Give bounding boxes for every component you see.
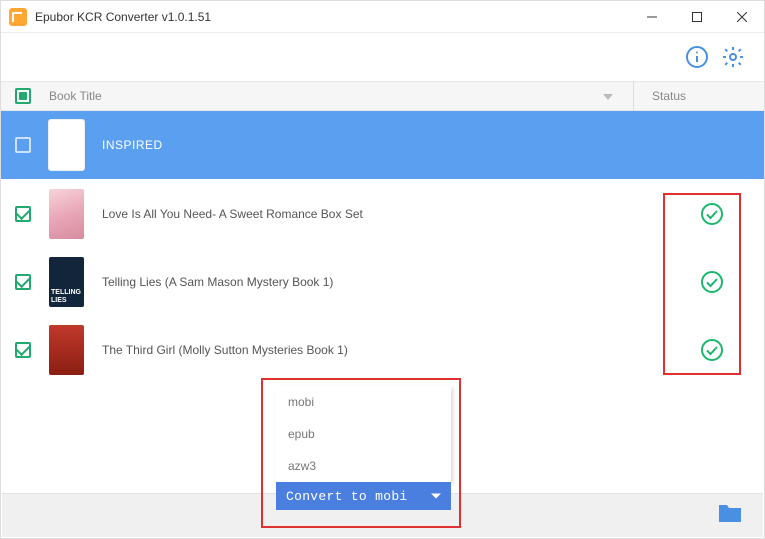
book-list: INSPIRED Love Is All You Need- A Sweet R… — [1, 111, 764, 383]
convert-button-label: Convert to mobi — [286, 489, 408, 504]
book-thumbnail — [49, 189, 84, 239]
gear-icon[interactable] — [720, 44, 746, 70]
table-row[interactable]: The Third Girl (Molly Sutton Mysteries B… — [1, 315, 764, 383]
dropdown-option-mobi[interactable]: mobi — [276, 386, 451, 418]
book-thumbnail — [49, 120, 84, 170]
app-window: Epubor KCR Converter v1.0.1.51 — [0, 0, 765, 539]
window-title: Epubor KCR Converter v1.0.1.51 — [35, 10, 629, 24]
convert-button[interactable]: Convert to mobi — [276, 482, 451, 510]
window-controls — [629, 2, 764, 32]
column-header-title[interactable]: Book Title — [49, 89, 633, 103]
chevron-down-icon — [431, 494, 441, 499]
folder-icon[interactable] — [717, 502, 743, 527]
row-checkbox[interactable] — [15, 274, 31, 290]
titlebar: Epubor KCR Converter v1.0.1.51 — [1, 1, 764, 33]
status-cell — [659, 202, 764, 226]
dropdown-option-epub[interactable]: epub — [276, 418, 451, 450]
dropdown-option-azw3[interactable]: azw3 — [276, 450, 451, 482]
app-icon — [9, 8, 27, 26]
column-title-label: Book Title — [49, 89, 102, 103]
column-status-label: Status — [652, 89, 686, 103]
select-all-checkbox[interactable] — [15, 88, 31, 104]
book-title: INSPIRED — [102, 138, 659, 152]
book-title: Telling Lies (A Sam Mason Mystery Book 1… — [102, 275, 659, 289]
minimize-button[interactable] — [629, 2, 674, 32]
format-dropdown: mobi epub azw3 Convert to mobi — [276, 386, 451, 510]
checkmark-icon — [700, 270, 724, 294]
row-checkbox[interactable] — [15, 206, 31, 222]
maximize-button[interactable] — [674, 2, 719, 32]
row-checkbox[interactable] — [15, 342, 31, 358]
column-header-status[interactable]: Status — [634, 89, 764, 103]
table-row[interactable]: TELLINGLIES Telling Lies (A Sam Mason My… — [1, 247, 764, 315]
info-icon[interactable] — [684, 44, 710, 70]
table-row[interactable]: INSPIRED — [1, 111, 764, 179]
dropdown-menu: mobi epub azw3 — [276, 386, 451, 482]
checkmark-icon — [700, 202, 724, 226]
checkmark-icon — [700, 338, 724, 362]
book-title: The Third Girl (Molly Sutton Mysteries B… — [102, 343, 659, 357]
columns-header: Book Title Status — [1, 81, 764, 111]
book-title: Love Is All You Need- A Sweet Romance Bo… — [102, 207, 659, 221]
toolbar — [1, 33, 764, 81]
status-cell — [659, 270, 764, 294]
table-row[interactable]: Love Is All You Need- A Sweet Romance Bo… — [1, 179, 764, 247]
status-cell — [659, 338, 764, 362]
row-checkbox[interactable] — [15, 137, 31, 153]
book-thumbnail: TELLINGLIES — [49, 257, 84, 307]
close-button[interactable] — [719, 2, 764, 32]
sort-icon — [603, 89, 613, 103]
book-thumbnail — [49, 325, 84, 375]
